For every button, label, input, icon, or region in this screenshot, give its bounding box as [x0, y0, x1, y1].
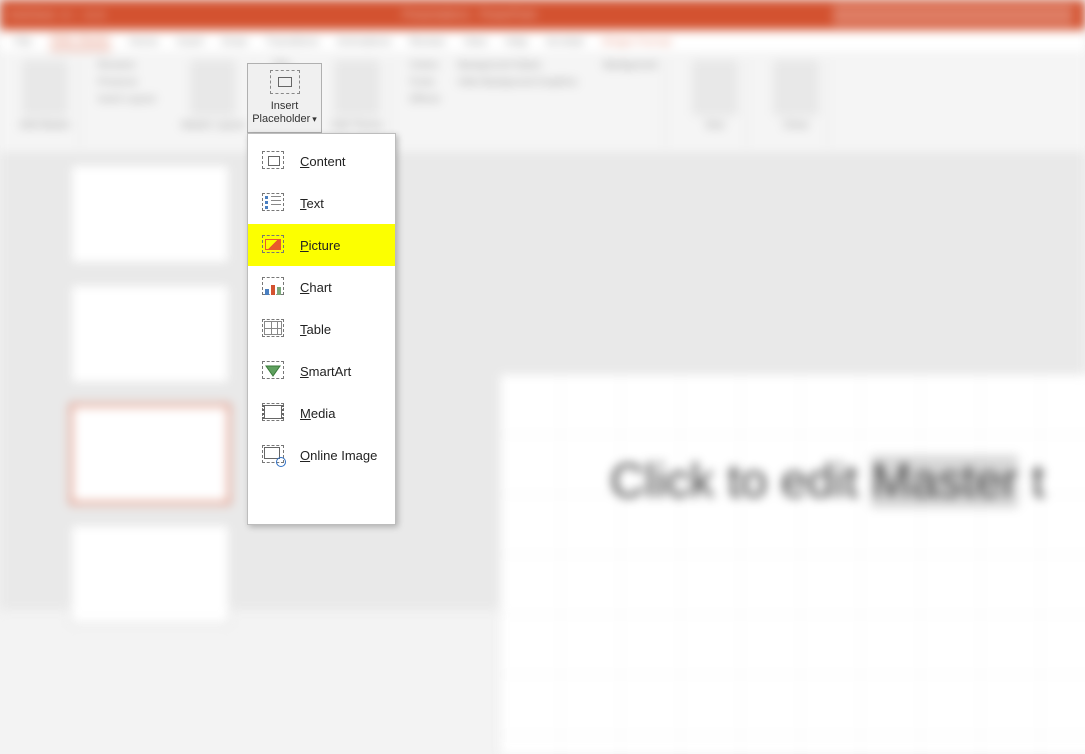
- menu-item-smartart[interactable]: SmartArt: [248, 350, 395, 392]
- chevron-down-icon: ▾: [312, 114, 317, 124]
- insert-placeholder-dropdown: Content Text Picture Chart Table SmartAr…: [247, 133, 396, 525]
- placeholder-icon: [270, 70, 300, 94]
- table-icon: [262, 319, 284, 339]
- text-icon: [262, 193, 284, 213]
- media-icon: [262, 403, 284, 423]
- menu-item-chart[interactable]: Chart: [248, 266, 395, 308]
- insert-placeholder-line1: Insert: [252, 100, 317, 113]
- insert-placeholder-line2: Placeholder: [252, 113, 310, 125]
- menu-item-table[interactable]: Table: [248, 308, 395, 350]
- menu-item-content[interactable]: Content: [248, 140, 395, 182]
- picture-icon: [262, 235, 284, 255]
- insert-placeholder-button[interactable]: Insert Placeholder▾: [247, 63, 322, 133]
- content-icon: [262, 151, 284, 171]
- chart-icon: [262, 277, 284, 297]
- menu-item-media[interactable]: Media: [248, 392, 395, 434]
- menu-item-text[interactable]: Text: [248, 182, 395, 224]
- online-image-icon: [262, 445, 284, 465]
- smartart-icon: [262, 361, 284, 381]
- menu-item-online-image[interactable]: Online Image: [248, 434, 395, 476]
- menu-item-picture[interactable]: Picture: [248, 224, 395, 266]
